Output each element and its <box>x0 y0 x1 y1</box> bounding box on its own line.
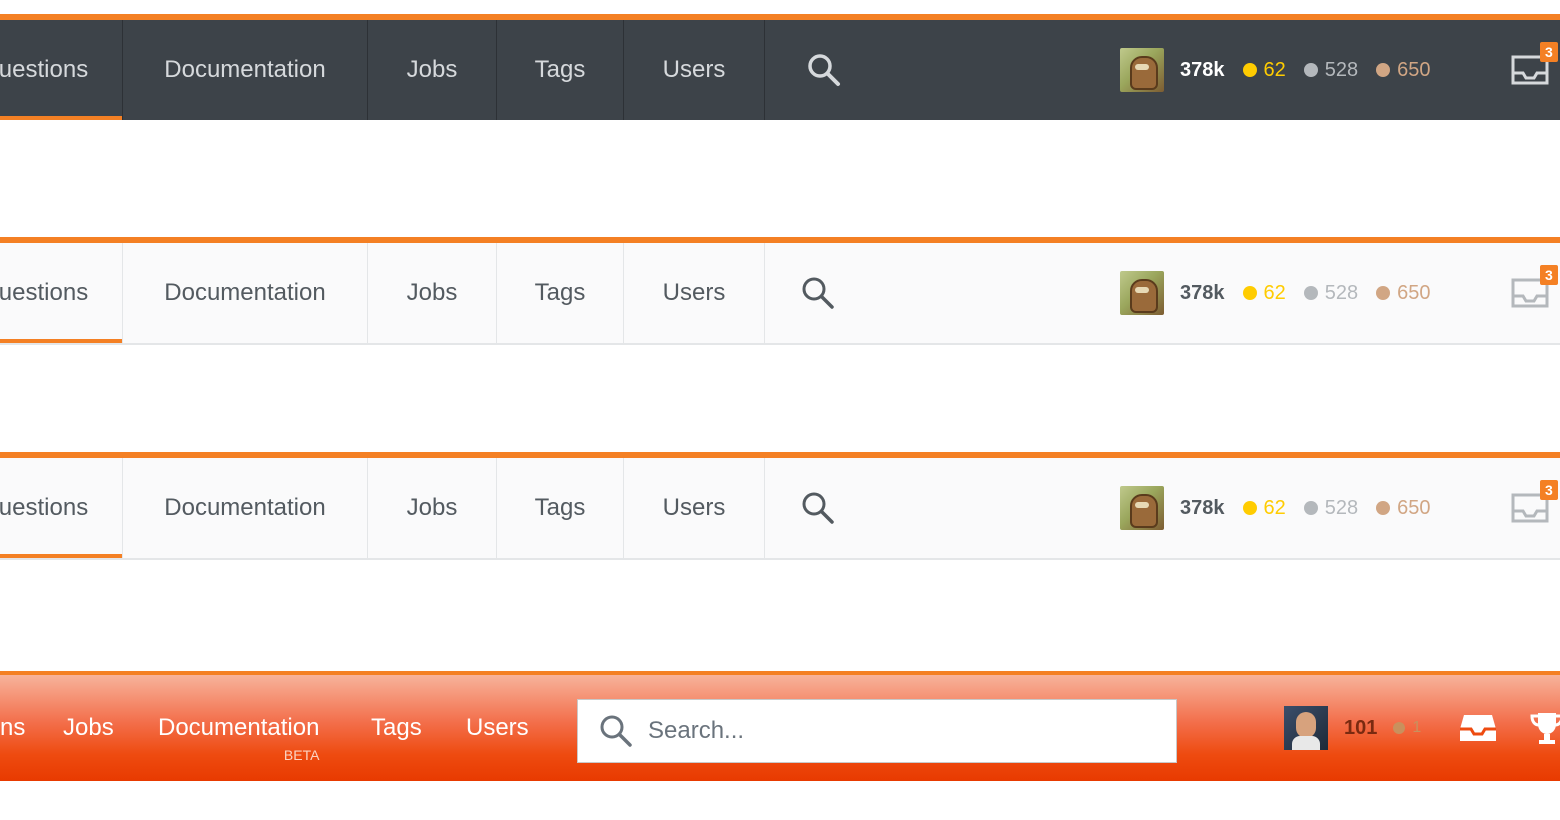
avatar[interactable] <box>1120 48 1164 92</box>
topbar-light-2: uestions Documentation Jobs Tags Users 3… <box>0 452 1560 560</box>
nav-jobs[interactable]: Jobs <box>368 243 497 343</box>
search-icon <box>802 492 834 524</box>
nav-tags[interactable]: Tags <box>497 20 624 120</box>
inbox-count: 3 <box>1540 265 1558 285</box>
inbox-count: 3 <box>1540 42 1558 62</box>
nav-documentation[interactable]: Documentation BETA <box>158 675 319 781</box>
nav-users[interactable]: Users <box>624 20 765 120</box>
nav-tags[interactable]: Tags <box>371 675 422 781</box>
inbox-button[interactable]: 3 <box>1510 243 1558 343</box>
nav-users[interactable]: Users <box>624 243 765 343</box>
inbox-button[interactable]: 3 <box>1510 20 1558 120</box>
silver-badge-icon <box>1303 501 1318 515</box>
nav-users[interactable]: Users <box>624 458 765 558</box>
search-icon <box>808 54 840 86</box>
silver-badges: 528 <box>1303 282 1358 305</box>
gold-badge-icon <box>1242 501 1257 515</box>
topbar-orange: ns Jobs Documentation BETA Tags Users 10… <box>0 671 1560 781</box>
silver-badges: 528 <box>1303 59 1358 82</box>
nav-questions[interactable]: uestions <box>0 20 123 120</box>
nav-jobs[interactable]: Jobs <box>63 675 114 781</box>
bronze-badge-icon <box>1393 722 1406 734</box>
gold-badge-icon <box>1242 63 1257 77</box>
gold-badges: 62 <box>1242 497 1286 520</box>
avatar[interactable] <box>1284 706 1328 750</box>
nav-questions[interactable]: uestions <box>0 243 123 343</box>
bronze-badges: 650 <box>1376 282 1431 305</box>
inbox-button[interactable]: 3 <box>1510 458 1558 558</box>
inbox-count: 3 <box>1540 480 1558 500</box>
search-icon <box>802 277 834 309</box>
gold-badges: 62 <box>1242 282 1286 305</box>
search-icon <box>600 715 632 747</box>
avatar[interactable] <box>1120 271 1164 315</box>
nav-documentation[interactable]: Documentation <box>123 458 368 558</box>
nav-questions[interactable]: uestions <box>0 458 123 558</box>
topbar-dark: uestions Documentation Jobs Tags Users 3… <box>0 14 1560 120</box>
user-card[interactable]: 378k 62 528 650 <box>1120 20 1431 120</box>
trophy-icon <box>1530 713 1560 744</box>
user-card[interactable]: 378k 62 528 650 <box>1120 243 1431 343</box>
nav-documentation[interactable]: Documentation <box>123 20 368 120</box>
nav-tags[interactable]: Tags <box>497 458 624 558</box>
bronze-badges: 1 <box>1393 719 1421 737</box>
inbox-button[interactable] <box>1458 675 1498 781</box>
main-nav: uestions Documentation Jobs Tags Users <box>0 243 765 343</box>
bronze-badges: 650 <box>1376 59 1431 82</box>
nav-tags[interactable]: Tags <box>497 243 624 343</box>
nav-users[interactable]: Users <box>466 675 529 781</box>
main-nav: uestions Documentation Jobs Tags Users <box>0 20 765 120</box>
search-button[interactable] <box>800 243 836 343</box>
main-nav: uestions Documentation Jobs Tags Users <box>0 458 765 558</box>
search-box[interactable] <box>577 699 1177 763</box>
silver-badge-icon <box>1303 63 1318 77</box>
bronze-badge-icon <box>1376 63 1391 77</box>
nav-questions[interactable]: ns <box>0 675 30 781</box>
nav-jobs[interactable]: Jobs <box>368 20 497 120</box>
reputation: 378k <box>1180 281 1225 304</box>
search-input[interactable] <box>646 716 1170 746</box>
topbar-light-1: uestions Documentation Jobs Tags Users 3… <box>0 237 1560 345</box>
bronze-badge-icon <box>1376 501 1391 515</box>
reputation: 378k <box>1180 496 1225 519</box>
reputation: 101 <box>1344 716 1378 739</box>
bronze-badge-icon <box>1376 286 1391 300</box>
user-card[interactable]: 378k 62 528 650 <box>1120 458 1431 558</box>
nav-documentation[interactable]: Documentation <box>123 243 368 343</box>
search-button[interactable] <box>806 20 842 120</box>
inbox-icon <box>1460 715 1496 741</box>
avatar[interactable] <box>1120 486 1164 530</box>
bronze-badges: 650 <box>1376 497 1431 520</box>
beta-label: BETA <box>283 747 320 763</box>
silver-badges: 528 <box>1303 497 1358 520</box>
reputation: 378k <box>1180 58 1225 81</box>
gold-badge-icon <box>1242 286 1257 300</box>
nav-jobs[interactable]: Jobs <box>368 458 497 558</box>
gold-badges: 62 <box>1242 59 1286 82</box>
silver-badge-icon <box>1303 286 1318 300</box>
achievements-button[interactable] <box>1530 675 1560 781</box>
search-button[interactable] <box>800 458 836 558</box>
user-card[interactable]: 101 1 <box>1284 675 1421 781</box>
